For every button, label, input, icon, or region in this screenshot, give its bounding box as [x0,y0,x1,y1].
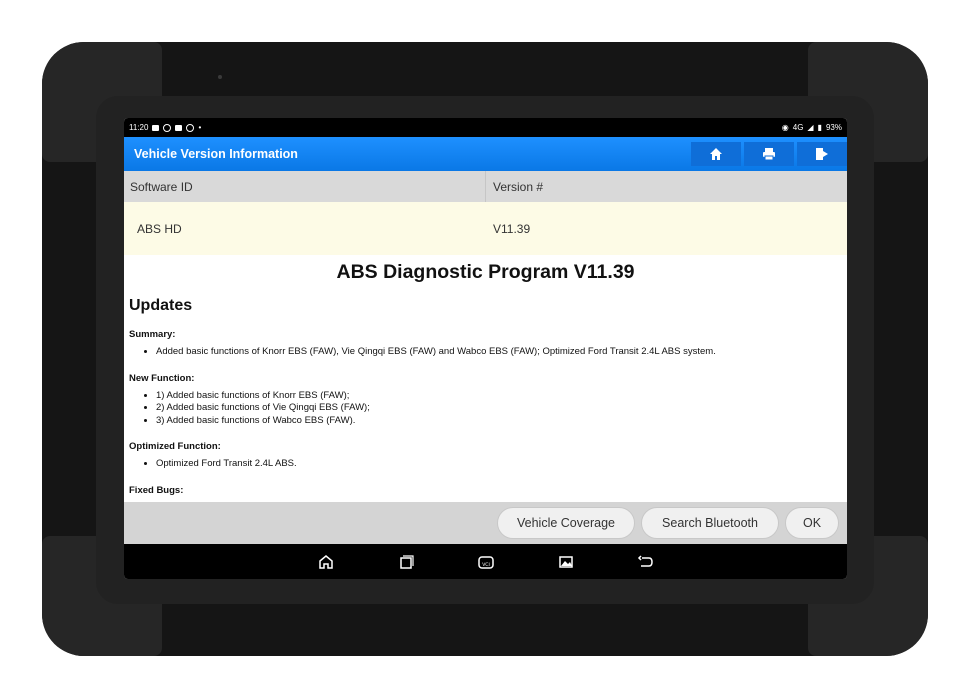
nav-back-button[interactable] [636,552,656,572]
list-item: 2) Added basic functions of Vie Qingqi E… [156,402,847,415]
list-item: 3) Added basic functions of Wabco EBS (F… [156,415,847,428]
eye-icon: ◉ [781,123,789,132]
nav-home-button[interactable] [316,552,336,572]
recents-icon [399,554,414,569]
app-bar: Vehicle Version Information [124,137,847,171]
nav-vci-button[interactable]: VCI [476,552,496,572]
list-item: Optimized Ford Transit 2.4L ABS. [156,458,847,471]
notification-icon [175,124,183,131]
print-button[interactable] [744,142,794,166]
list-item: 1) Added basic functions of Knorr EBS (F… [156,390,847,403]
nav-screenshot-button[interactable] [556,552,576,572]
version-cell: V11.39 [493,221,531,236]
android-nav-bar: VCI [124,544,847,579]
search-bluetooth-button[interactable]: Search Bluetooth [641,507,779,539]
status-bar: 11:20 • ◉ 4G ◢ ▮ 93% [124,118,847,137]
summary-label: Summary: [129,329,176,340]
home-button[interactable] [691,142,741,166]
settings-icon [186,123,195,132]
battery-level: 93% [825,123,842,132]
new-function-label: New Function: [129,372,195,384]
home-icon [710,148,722,160]
network-label: 4G [792,123,804,132]
fixed-bugs-label: Fixed Bugs: [129,484,184,496]
column-header-version: Version # [493,179,544,194]
vehicle-coverage-button[interactable]: Vehicle Coverage [497,507,635,539]
table-row[interactable]: ABS HD V11.39 [124,202,847,255]
clock: 11:20 [129,123,149,132]
column-header-software-id: Software ID [124,171,486,202]
page-title: Vehicle Version Information [134,147,298,161]
battery-icon: ▮ [817,123,822,132]
message-icon [152,124,160,131]
bottom-button-bar: Vehicle Coverage Search Bluetooth OK [124,502,847,544]
exit-icon [816,148,828,160]
more-dot-icon: • [198,123,202,132]
release-notes[interactable]: ABS Diagnostic Program V11.39 Updates Su… [124,255,847,502]
updates-heading: Updates [129,297,193,314]
vci-label: VCI [482,562,490,568]
ok-button[interactable]: OK [785,507,839,539]
home-icon [318,554,333,569]
signal-icon: ◢ [807,123,814,132]
screenshot-icon [558,555,573,568]
printer-icon [763,148,775,161]
document-title: ABS Diagnostic Program V11.39 [336,261,635,283]
vci-icon: VCI [477,555,494,569]
new-function-list: 1) Added basic functions of Knorr EBS (F… [124,390,847,428]
optimized-function-label: Optimized Function: [129,441,221,452]
camera-icon [218,75,222,79]
optimized-function-list: Optimized Ford Transit 2.4L ABS. [124,458,847,471]
table-header: Software ID Version # [124,171,847,202]
nav-recents-button[interactable] [396,552,416,572]
list-item: Added basic functions of Knorr EBS (FAW)… [156,346,847,359]
summary-list: Added basic functions of Knorr EBS (FAW)… [124,346,847,359]
software-id-cell: ABS HD [137,221,182,236]
exit-button[interactable] [797,142,847,166]
back-icon [637,554,653,567]
location-icon [163,123,172,132]
screen: 11:20 • ◉ 4G ◢ ▮ 93% Vehicle Version Inf… [124,118,847,579]
